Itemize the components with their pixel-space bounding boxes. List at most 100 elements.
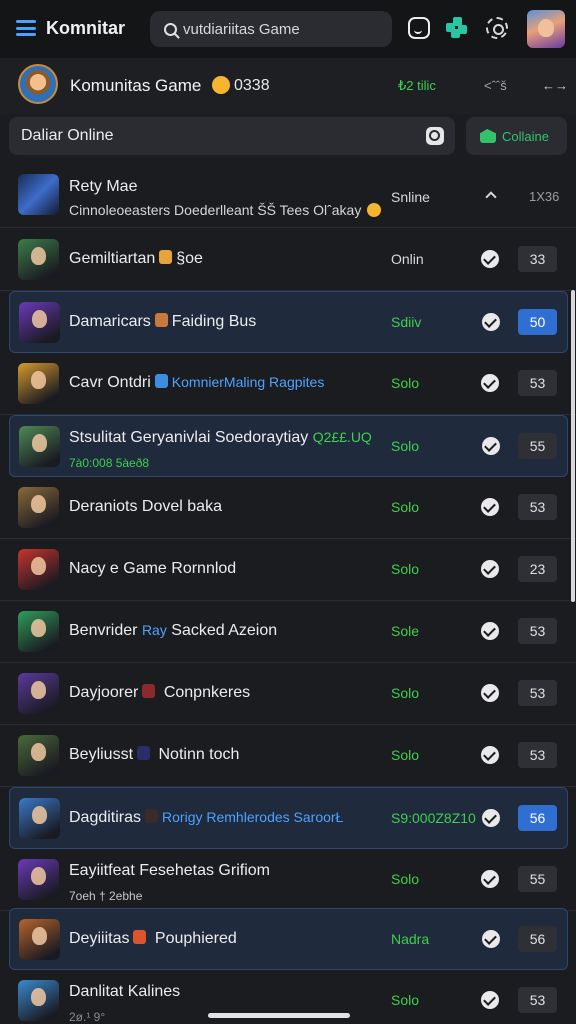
count-badge[interactable]: 53 <box>518 742 557 768</box>
count-badge[interactable]: 55 <box>518 433 557 459</box>
row-title-suffix: §oe <box>176 250 203 267</box>
check-icon[interactable] <box>481 498 499 516</box>
filter-label: Daliar Online <box>21 127 114 144</box>
row-subtitle: 7à0:008 5àeð8 <box>69 456 150 470</box>
check-icon[interactable] <box>481 622 499 640</box>
scrollbar[interactable] <box>571 290 575 602</box>
row-title-tail: Sacked Azeion <box>171 622 278 639</box>
list-item[interactable]: Gemiltiartan §oe Onlin 33 <box>0 229 576 291</box>
count-badge[interactable]: 50 <box>518 309 557 335</box>
join-button[interactable]: Collaine <box>466 117 567 155</box>
status-text: Solo <box>391 992 420 1008</box>
status-text: Sdiiv <box>391 314 422 330</box>
check-icon[interactable] <box>481 250 499 268</box>
app-title: Komnitar <box>46 18 126 38</box>
search-icon <box>164 22 177 36</box>
check-icon[interactable] <box>481 991 499 1009</box>
game-icon <box>154 313 168 327</box>
search-input[interactable] <box>183 20 383 38</box>
check-icon[interactable] <box>481 684 499 702</box>
row-title: Damaricars Faiding Bus <box>69 313 256 331</box>
count-badge[interactable]: 55 <box>518 866 557 892</box>
chat-icon[interactable] <box>408 17 430 39</box>
row-title-text: Stsulitat Geryanivlai Soedoraytiay <box>69 429 309 446</box>
row-title: Dayjoorer Conpnkeres <box>69 684 250 702</box>
gear-icon[interactable] <box>486 17 508 39</box>
menu-icon[interactable] <box>16 20 36 36</box>
list-item[interactable]: Eayiitfeat Fesehetas Grifiom 7oeh † 2ebh… <box>0 849 576 911</box>
check-icon[interactable] <box>482 809 500 827</box>
game-icon <box>159 250 173 264</box>
row-title: Cavr Ontdri KomnierMaling Ragpites <box>69 374 324 392</box>
status-text: Solo <box>391 499 420 515</box>
row-title: Gemiltiartan §oe <box>69 250 203 268</box>
avatar[interactable] <box>527 10 565 48</box>
header-count: 1X36 <box>529 189 560 204</box>
search-icon[interactable] <box>426 127 444 145</box>
game-thumbnail <box>18 980 59 1021</box>
count-badge[interactable]: 56 <box>518 805 557 831</box>
check-icon[interactable] <box>482 313 500 331</box>
list-header: Rety Mae Cinnoleoeasters Doederlleant ŠŠ… <box>0 165 576 228</box>
header-status: Snline <box>391 189 430 205</box>
game-thumbnail <box>19 426 60 467</box>
header-thumbnail <box>18 174 59 215</box>
row-title: Beyliusst Notinn toch <box>69 746 239 764</box>
community-stat: ₺2 tilic <box>398 78 436 93</box>
check-icon[interactable] <box>481 374 499 392</box>
list-item[interactable]: Dayjoorer Conpnkeres Solo 53 <box>0 663 576 725</box>
check-icon[interactable] <box>481 746 499 764</box>
count-badge[interactable]: 56 <box>518 926 557 952</box>
community-title: Komunitas Game <box>70 76 202 95</box>
status-text: Solo <box>391 561 420 577</box>
list-item[interactable]: Benvrider Ray Sacked Azeion Sole 53 <box>0 601 576 663</box>
count-badge[interactable]: 23 <box>518 556 557 582</box>
community-avatar <box>18 64 58 104</box>
game-thumbnail <box>18 673 59 714</box>
row-subtitle: 7oeh † 2ebhe <box>69 889 143 903</box>
puzzle-icon[interactable] <box>446 17 468 39</box>
row-title-tail: Notinn toch <box>158 746 240 763</box>
status-text: Solo <box>391 375 420 391</box>
game-icon <box>137 746 151 760</box>
status-text: Nadra <box>391 931 430 947</box>
smile-icon <box>212 76 230 94</box>
list-item[interactable]: Cavr Ontdri KomnierMaling Ragpites Solo 53 <box>0 353 576 415</box>
count-badge[interactable]: 33 <box>518 246 557 272</box>
check-icon[interactable] <box>482 437 500 455</box>
emoji-icon <box>367 203 382 217</box>
count-badge[interactable]: 53 <box>518 370 557 396</box>
check-icon[interactable] <box>481 870 499 888</box>
row-title-text: Gemiltiartan <box>69 250 156 267</box>
count-badge[interactable]: 53 <box>518 987 557 1013</box>
join-icon <box>480 129 496 143</box>
game-thumbnail <box>19 919 60 960</box>
chevron-up-icon[interactable] <box>485 191 497 203</box>
row-title: Benvrider Ray Sacked Azeion <box>69 622 277 640</box>
check-icon[interactable] <box>481 560 499 578</box>
list-item[interactable]: Damaricars Faiding Bus Sdiiv 50 <box>9 291 568 353</box>
status-text: Solo <box>391 685 420 701</box>
list-item[interactable]: Dagditiras Rorigy Remhlerodes SaroorŁ S9:0… <box>9 787 568 849</box>
list-item[interactable]: Deyiiitas Pouphiered Nadra 56 <box>9 908 568 970</box>
count-badge[interactable]: 53 <box>518 680 557 706</box>
header-title: Rety Mae <box>69 178 138 195</box>
collapse-arrows-icon[interactable]: ←→ <box>542 78 568 93</box>
home-indicator <box>208 1013 350 1018</box>
count-badge[interactable]: 53 <box>518 494 557 520</box>
count-badge[interactable]: 53 <box>518 618 557 644</box>
game-thumbnail <box>18 549 59 590</box>
list-item[interactable]: Stsulitat Geryanivlai Soedoraytiay Q2££.… <box>9 415 568 477</box>
game-thumbnail <box>18 859 59 900</box>
list-item[interactable]: Deraniots Dovel baka Solo 53 <box>0 477 576 539</box>
row-title-tail: Pouphiered <box>154 930 237 947</box>
search-bar[interactable] <box>150 11 392 47</box>
check-icon[interactable] <box>482 930 500 948</box>
game-thumbnail <box>18 487 59 528</box>
community-count: 0338 <box>234 77 270 94</box>
list-item[interactable]: Beyliusst Notinn toch Solo 53 <box>0 725 576 787</box>
game-icon <box>154 374 168 388</box>
row-title-text: Dagditiras <box>69 809 142 826</box>
row-title-accent: Q2££.UQ <box>312 429 372 445</box>
list-item[interactable]: Nacy e Game Rornnlod Solo 23 <box>0 539 576 601</box>
